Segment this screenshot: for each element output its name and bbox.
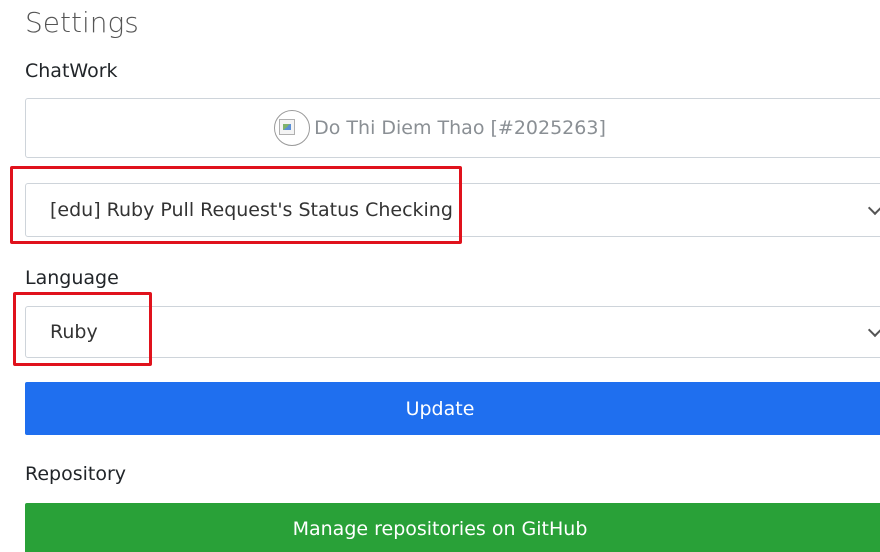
avatar	[274, 110, 311, 146]
language-select[interactable]: Ruby	[25, 306, 880, 358]
update-button-label: Update	[405, 397, 475, 420]
manage-repositories-label: Manage repositories on GitHub	[292, 518, 588, 540]
chevron-down-icon	[867, 322, 880, 338]
page-title: Settings	[25, 6, 139, 39]
account-name: Do Thi Diem Thao [#2025263]	[314, 117, 606, 139]
update-button[interactable]: Update	[25, 382, 880, 435]
chatwork-account-box: Do Thi Diem Thao [#2025263]	[25, 98, 880, 158]
room-select-value: [edu] Ruby Pull Request's Status Checkin…	[50, 199, 453, 221]
broken-image-icon	[279, 119, 296, 135]
language-select-value: Ruby	[50, 321, 98, 343]
manage-repositories-button[interactable]: Manage repositories on GitHub	[25, 503, 880, 552]
chatwork-label: ChatWork	[25, 60, 118, 82]
repository-label: Repository	[25, 463, 127, 485]
language-label: Language	[25, 267, 119, 289]
chatwork-room-select[interactable]: [edu] Ruby Pull Request's Status Checkin…	[25, 183, 880, 237]
chevron-down-icon	[867, 200, 880, 216]
chatwork-account: Do Thi Diem Thao [#2025263]	[274, 110, 606, 146]
settings-page: Settings ChatWork Do Thi Diem Thao [#202…	[0, 0, 880, 552]
